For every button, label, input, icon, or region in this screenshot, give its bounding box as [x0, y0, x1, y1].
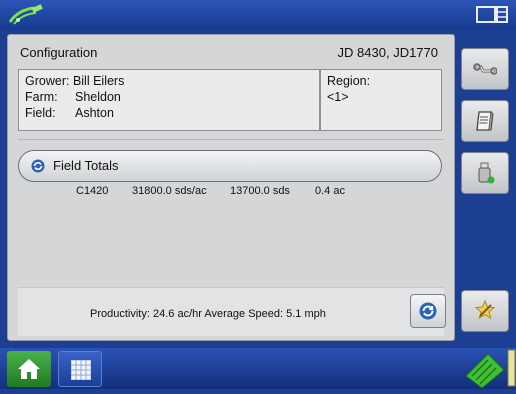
usb-button[interactable]: [461, 152, 509, 194]
configuration-equipment: JD 8430, JD1770: [337, 45, 438, 60]
grower-value: Bill Eilers: [72, 74, 125, 88]
gps-satellite-icon: [8, 4, 48, 26]
configuration-row[interactable]: Configuration JD 8430, JD1770: [18, 43, 444, 63]
configuration-label: Configuration: [20, 45, 98, 60]
totals-rate: 31800.0 sds/ac: [132, 185, 207, 197]
speed-value: 5.1 mph: [286, 308, 326, 320]
totals-total: 13700.0 sds: [230, 185, 290, 197]
grower-line: Grower: Bill Eilers: [25, 74, 124, 89]
field-totals-label: Field Totals: [53, 158, 119, 173]
totals-product: C1420: [76, 185, 109, 197]
tools-button[interactable]: [461, 48, 509, 90]
top-bar: [0, 0, 516, 30]
grid-button[interactable]: [58, 351, 102, 387]
totals-area: 0.4 ac: [315, 185, 345, 197]
display-setup-icon[interactable]: [476, 5, 508, 25]
wrench-icon: [473, 63, 497, 75]
productivity-label: Productivity:: [90, 308, 150, 320]
home-button[interactable]: [7, 351, 51, 387]
refresh-button[interactable]: [410, 294, 446, 328]
usb-drive-icon: [478, 162, 495, 184]
diagnostics-button[interactable]: [461, 290, 509, 332]
documents-button[interactable]: [461, 100, 509, 142]
field-map-icon: [465, 349, 516, 389]
bottom-bar: [0, 348, 516, 389]
speed-label: Average Speed:: [204, 308, 284, 320]
productivity-text: Productivity: 24.6 ac/hr Average Speed: …: [90, 308, 326, 320]
status-panel: Productivity: 24.6 ac/hr Average Speed: …: [18, 287, 446, 336]
refresh-small-icon: [31, 159, 45, 173]
productivity-value: 24.6 ac/hr: [152, 308, 202, 320]
star-tool-icon: [474, 299, 496, 320]
farm-line: Farm: Sheldon: [25, 90, 121, 105]
grid-icon: [71, 360, 91, 380]
field-line: Field: Ashton: [25, 106, 114, 121]
field-map-button[interactable]: [462, 348, 516, 389]
refresh-icon: [419, 302, 437, 320]
field-value: Ashton: [75, 106, 114, 120]
main-panel: Configuration JD 8430, JD1770 Grower: Bi…: [7, 34, 455, 341]
field-label: Field:: [25, 106, 56, 120]
field-totals-button[interactable]: Field Totals: [18, 150, 442, 182]
region-box[interactable]: Region: <1>: [320, 69, 442, 131]
region-label: Region:: [327, 74, 371, 88]
grower-label: Grower:: [25, 74, 70, 88]
farm-label: Farm:: [25, 90, 58, 104]
farm-value: Sheldon: [75, 90, 121, 104]
home-icon: [18, 359, 40, 379]
grower-farm-field-box[interactable]: Grower: Bill Eilers Farm: Sheldon Field:…: [18, 69, 320, 131]
divider: [18, 139, 444, 140]
region-value: <1>: [327, 90, 349, 104]
book-icon: [476, 111, 494, 131]
